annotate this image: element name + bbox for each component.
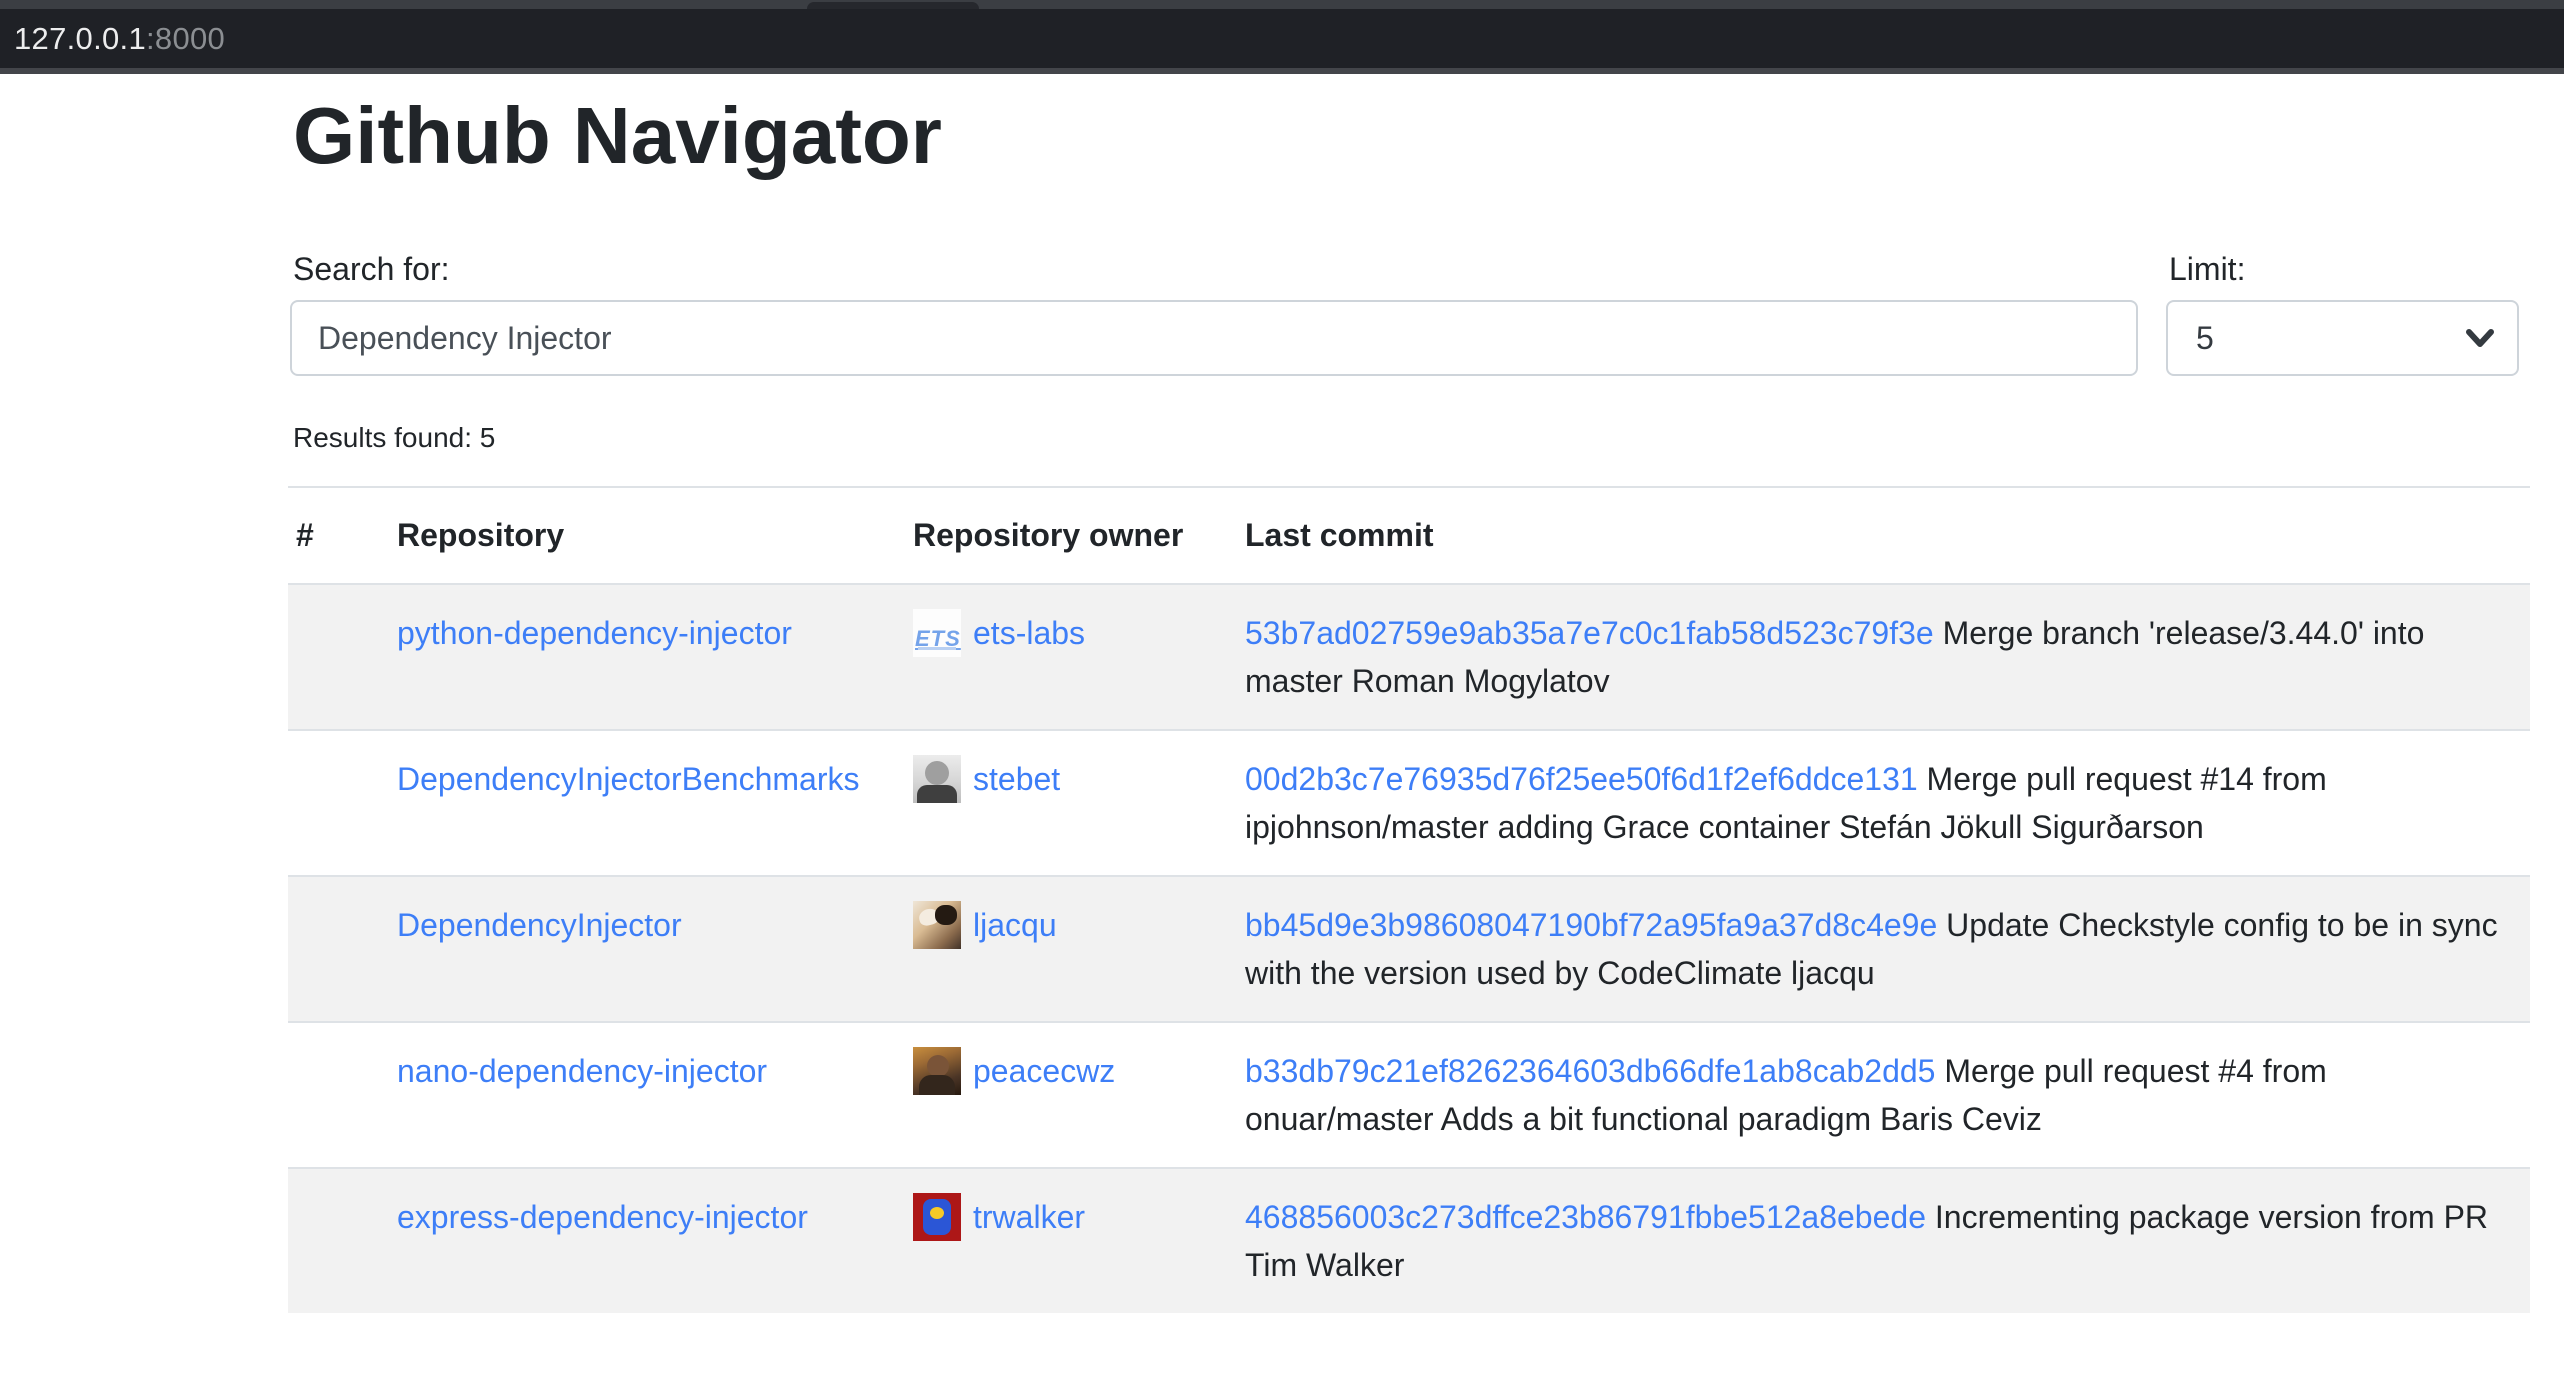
owner-cell: ljacqu	[889, 876, 1221, 1022]
column-header-repository: Repository	[373, 487, 889, 584]
table-row: express-dependency-injector trwalker 46885…	[288, 1168, 2530, 1313]
avatar-logo-text: ETS	[915, 615, 959, 657]
owner-cell: peacecwz	[889, 1022, 1221, 1168]
owner-link[interactable]: ljacqu	[973, 901, 1057, 949]
owner-avatar[interactable]: ETS	[913, 609, 961, 657]
column-header-index: #	[288, 487, 373, 584]
owner-avatar[interactable]	[913, 901, 961, 949]
row-index-cell	[288, 584, 373, 730]
results-count: Results found: 5	[293, 418, 2530, 458]
chevron-down-icon	[2465, 328, 2495, 350]
page-title: Github Navigator	[293, 88, 2530, 184]
repository-link[interactable]: DependencyInjectorBenchmarks	[397, 761, 859, 797]
table-body: python-dependency-injector ETS ets-labs 53b…	[288, 584, 2530, 1313]
last-commit-cell: 53b7ad02759e9ab35a7e7c0c1fab58d523c79f3e…	[1221, 584, 2530, 730]
owner-link[interactable]: trwalker	[973, 1193, 1085, 1241]
search-field-group: Search for:	[290, 247, 2141, 376]
owner-avatar[interactable]	[913, 1193, 961, 1241]
last-commit-cell: 00d2b3c7e76935d76f25ee50f6d1f2ef6ddce131…	[1221, 730, 2530, 876]
url-port: :8000	[146, 21, 225, 57]
last-commit-cell: b33db79c21ef8262364603db66dfe1ab8cab2dd5…	[1221, 1022, 2530, 1168]
table-row: nano-dependency-injector peacecwz b33db79c…	[288, 1022, 2530, 1168]
owner-cell: stebet	[889, 730, 1221, 876]
commit-hash-link[interactable]: b33db79c21ef8262364603db66dfe1ab8cab2dd5	[1245, 1053, 1935, 1089]
row-index-cell	[288, 1168, 373, 1313]
table-row: DependencyInjector ljacqu bb45d9e3b9860804…	[288, 876, 2530, 1022]
commit-hash-link[interactable]: bb45d9e3b98608047190bf72a95fa9a37d8c4e9e	[1245, 907, 1937, 943]
repository-cell: express-dependency-injector	[373, 1168, 889, 1313]
last-commit-cell: 468856003c273dffce23b86791fbbe512a8ebede…	[1221, 1168, 2530, 1313]
repository-link[interactable]: DependencyInjector	[397, 907, 682, 943]
owner-link[interactable]: stebet	[973, 755, 1060, 803]
page-content: Github Navigator Search for: Limit: 5 Re…	[0, 74, 2564, 1313]
results-table: # Repository Repository owner Last commi…	[288, 486, 2530, 1313]
search-controls: Search for: Limit: 5	[290, 247, 2530, 376]
repository-cell: DependencyInjector	[373, 876, 889, 1022]
repository-link[interactable]: python-dependency-injector	[397, 615, 792, 651]
row-index-cell	[288, 876, 373, 1022]
owner-cell: ETS ets-labs	[889, 584, 1221, 730]
window-top-strip	[0, 0, 2564, 9]
owner-avatar[interactable]	[913, 755, 961, 803]
limit-label: Limit:	[2169, 247, 2519, 291]
limit-select[interactable]: 5	[2166, 300, 2519, 376]
repository-cell: python-dependency-injector	[373, 584, 889, 730]
owner-link[interactable]: ets-labs	[973, 609, 1085, 657]
row-index-cell	[288, 730, 373, 876]
table-header-row: # Repository Repository owner Last commi…	[288, 487, 2530, 584]
commit-hash-link[interactable]: 468856003c273dffce23b86791fbbe512a8ebede	[1245, 1199, 1926, 1235]
address-bar[interactable]: 127.0.0.1:8000	[0, 9, 2564, 68]
column-header-last-commit: Last commit	[1221, 487, 2530, 584]
table-row: DependencyInjectorBenchmarks stebet 00d2b3…	[288, 730, 2530, 876]
row-index-cell	[288, 1022, 373, 1168]
repository-cell: nano-dependency-injector	[373, 1022, 889, 1168]
table-row: python-dependency-injector ETS ets-labs 53b…	[288, 584, 2530, 730]
repository-link[interactable]: nano-dependency-injector	[397, 1053, 767, 1089]
url-host: 127.0.0.1	[14, 21, 146, 57]
repository-cell: DependencyInjectorBenchmarks	[373, 730, 889, 876]
search-label: Search for:	[293, 247, 2141, 291]
column-header-owner: Repository owner	[889, 487, 1221, 584]
browser-chrome: 127.0.0.1:8000	[0, 0, 2564, 74]
browser-tab-silhouette[interactable]	[807, 2, 979, 9]
owner-link[interactable]: peacecwz	[973, 1047, 1115, 1095]
limit-field-group: Limit: 5	[2166, 247, 2519, 376]
screen: 127.0.0.1:8000 Github Navigator Search f…	[0, 0, 2564, 1394]
owner-avatar[interactable]	[913, 1047, 961, 1095]
table-header: # Repository Repository owner Last commi…	[288, 487, 2530, 584]
last-commit-cell: bb45d9e3b98608047190bf72a95fa9a37d8c4e9e…	[1221, 876, 2530, 1022]
limit-select-value: 5	[2196, 320, 2214, 357]
repository-link[interactable]: express-dependency-injector	[397, 1199, 808, 1235]
search-input[interactable]	[290, 300, 2138, 376]
commit-hash-link[interactable]: 53b7ad02759e9ab35a7e7c0c1fab58d523c79f3e	[1245, 615, 1934, 651]
owner-cell: trwalker	[889, 1168, 1221, 1313]
commit-hash-link[interactable]: 00d2b3c7e76935d76f25ee50f6d1f2ef6ddce131	[1245, 761, 1918, 797]
